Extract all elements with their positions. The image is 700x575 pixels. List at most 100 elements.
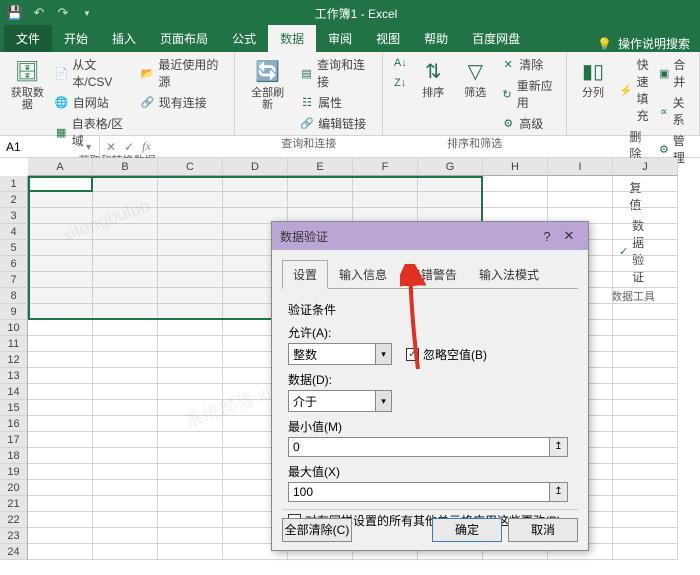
flash-fill[interactable]: ⚡快速填充 <box>617 55 651 125</box>
cell[interactable] <box>28 496 93 512</box>
cell[interactable] <box>613 272 678 288</box>
fx-icon[interactable]: fx <box>142 139 151 154</box>
cell[interactable] <box>93 304 158 320</box>
cell[interactable] <box>613 304 678 320</box>
row-header[interactable]: 3 <box>0 208 28 224</box>
row-header[interactable]: 9 <box>0 304 28 320</box>
column-header[interactable]: F <box>353 158 418 176</box>
dialog-titlebar[interactable]: 数据验证 ? ✕ <box>272 222 588 250</box>
text-to-columns-button[interactable]: ▮▯ 分列 <box>575 55 611 101</box>
advanced-filter[interactable]: ⚙高级 <box>499 114 558 133</box>
tab-formulas[interactable]: 公式 <box>220 25 268 52</box>
cell[interactable] <box>158 240 223 256</box>
cell[interactable] <box>28 272 93 288</box>
cell[interactable] <box>158 336 223 352</box>
cell[interactable] <box>158 288 223 304</box>
column-header[interactable]: A <box>28 158 93 176</box>
tab-pagelayout[interactable]: 页面布局 <box>148 25 220 52</box>
cell[interactable] <box>288 192 353 208</box>
column-header[interactable]: B <box>93 158 158 176</box>
cell[interactable] <box>158 208 223 224</box>
cell[interactable] <box>158 304 223 320</box>
cell[interactable] <box>93 176 158 192</box>
tab-view[interactable]: 视图 <box>364 25 412 52</box>
save-icon[interactable]: 💾 <box>6 4 24 22</box>
cell[interactable] <box>28 480 93 496</box>
properties[interactable]: ☷属性 <box>298 93 374 112</box>
cell[interactable] <box>353 192 418 208</box>
cell[interactable] <box>93 432 158 448</box>
cell[interactable] <box>548 176 613 192</box>
cell[interactable] <box>613 368 678 384</box>
column-header[interactable]: G <box>418 158 483 176</box>
cell[interactable] <box>93 400 158 416</box>
cell[interactable] <box>613 464 678 480</box>
cell[interactable] <box>158 544 223 560</box>
cell[interactable] <box>288 176 353 192</box>
cell[interactable] <box>353 176 418 192</box>
redo-icon[interactable]: ↷ <box>54 4 72 22</box>
cell[interactable] <box>158 176 223 192</box>
cell[interactable] <box>613 480 678 496</box>
cell[interactable] <box>28 256 93 272</box>
cell[interactable] <box>613 192 678 208</box>
cell[interactable] <box>613 400 678 416</box>
cell[interactable] <box>483 192 548 208</box>
cell[interactable] <box>93 480 158 496</box>
cell[interactable] <box>613 384 678 400</box>
row-header[interactable]: 17 <box>0 432 28 448</box>
cell[interactable] <box>28 304 93 320</box>
cell[interactable] <box>93 208 158 224</box>
cell[interactable] <box>93 448 158 464</box>
row-header[interactable]: 6 <box>0 256 28 272</box>
row-header[interactable]: 14 <box>0 384 28 400</box>
min-input[interactable] <box>288 437 550 457</box>
tab-home[interactable]: 开始 <box>52 25 100 52</box>
cell[interactable] <box>613 256 678 272</box>
cell[interactable] <box>93 352 158 368</box>
cell[interactable] <box>613 208 678 224</box>
cancel-button[interactable]: 取消 <box>508 518 578 542</box>
tab-file[interactable]: 文件 <box>4 25 52 52</box>
cell[interactable] <box>158 432 223 448</box>
cell[interactable] <box>93 544 158 560</box>
cell[interactable] <box>93 464 158 480</box>
cell[interactable] <box>28 448 93 464</box>
relationships[interactable]: ∝关系 <box>657 93 691 129</box>
cell[interactable] <box>93 224 158 240</box>
cell[interactable] <box>28 432 93 448</box>
row-header[interactable]: 19 <box>0 464 28 480</box>
cell[interactable] <box>158 400 223 416</box>
row-header[interactable]: 4 <box>0 224 28 240</box>
column-header[interactable]: I <box>548 158 613 176</box>
row-header[interactable]: 7 <box>0 272 28 288</box>
sort-za[interactable]: Z↓ <box>391 75 409 91</box>
qat-dropdown-icon[interactable]: ▼ <box>78 4 96 22</box>
row-header[interactable]: 5 <box>0 240 28 256</box>
cell[interactable] <box>158 192 223 208</box>
cell[interactable] <box>158 272 223 288</box>
cell[interactable] <box>28 544 93 560</box>
cell[interactable] <box>613 288 678 304</box>
row-header[interactable]: 22 <box>0 512 28 528</box>
cell[interactable] <box>93 368 158 384</box>
cell[interactable] <box>93 336 158 352</box>
cell[interactable] <box>28 176 93 192</box>
cell[interactable] <box>28 352 93 368</box>
cell[interactable] <box>93 528 158 544</box>
row-header[interactable]: 12 <box>0 352 28 368</box>
cell[interactable] <box>613 176 678 192</box>
name-box-dropdown-icon[interactable]: ▼ <box>84 142 93 152</box>
cell[interactable] <box>93 192 158 208</box>
tab-data[interactable]: 数据 <box>268 25 316 52</box>
cell[interactable] <box>158 320 223 336</box>
cell[interactable] <box>483 176 548 192</box>
row-header[interactable]: 10 <box>0 320 28 336</box>
name-box[interactable]: A1 ▼ <box>0 136 100 157</box>
cell[interactable] <box>28 368 93 384</box>
cell[interactable] <box>613 224 678 240</box>
row-header[interactable]: 18 <box>0 448 28 464</box>
cell[interactable] <box>158 368 223 384</box>
range-picker-icon[interactable]: ↥ <box>550 482 568 502</box>
cell[interactable] <box>613 448 678 464</box>
